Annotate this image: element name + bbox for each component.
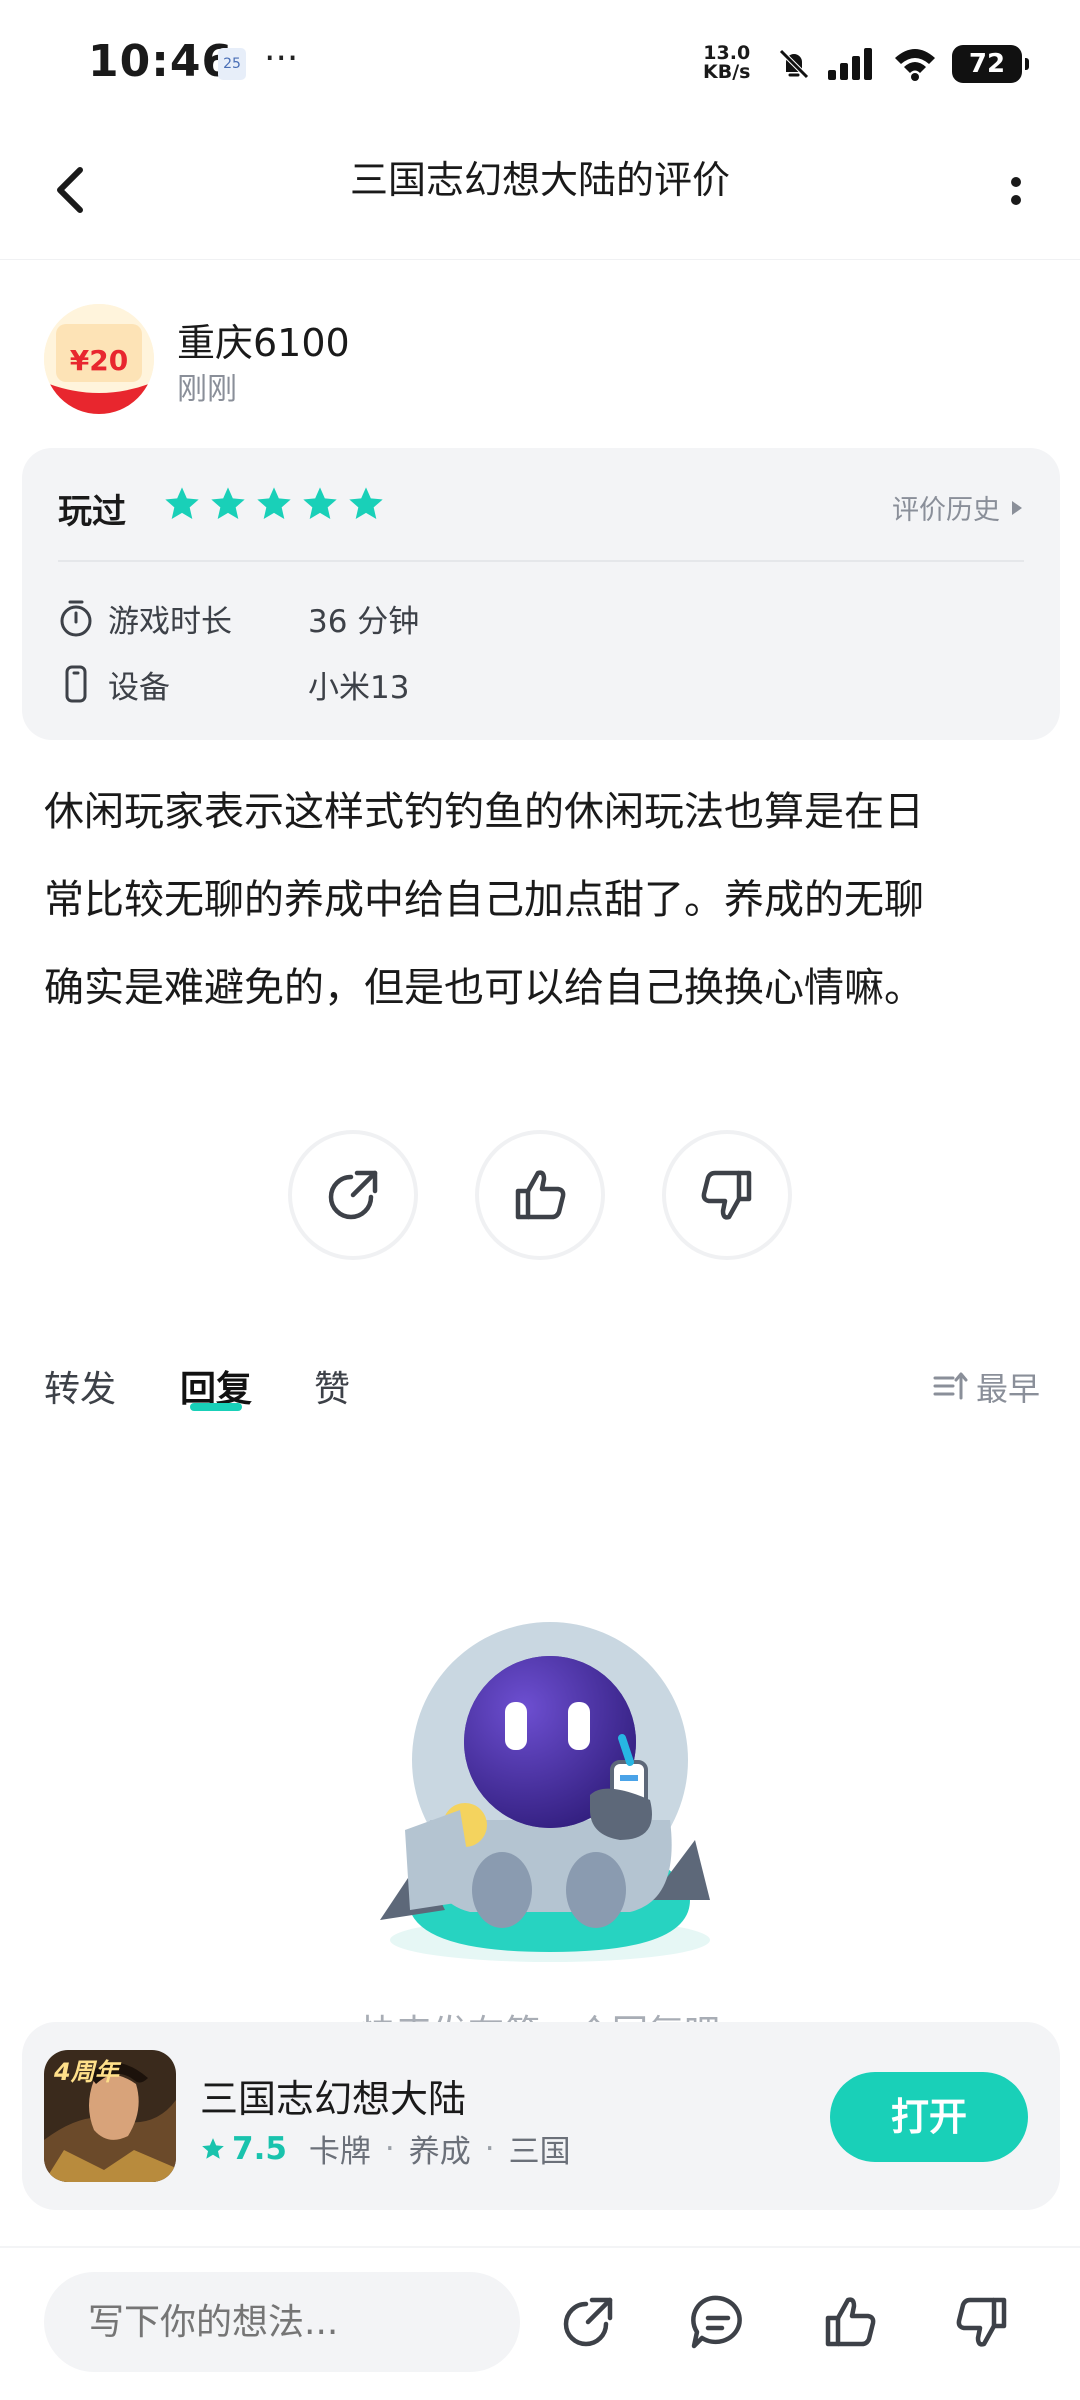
device-row: 设备 小米13 [58,660,409,708]
sort-label: 最早 [975,1370,1040,1408]
more-notifications-icon: ··· [264,38,299,79]
review-text: 休闲玩家表示这样式钓钓鱼的休闲玩法也算是在日 常比较无聊的养成中给自己加点甜了。… [44,768,1034,1032]
status-icons: 72 [776,42,1029,86]
page-title: 三国志幻想大陆的评价 [349,158,730,202]
bottom-divider [0,2246,1080,2248]
game-name: 三国志幻想大陆 [200,2077,467,2121]
battery-icon: 72 [952,45,1029,83]
game-artwork-icon: 4周年 [44,2050,176,2182]
star-rating [162,484,386,524]
share-button[interactable] [288,1130,418,1260]
author-name[interactable]: 重庆6100 [177,312,350,367]
open-game-button[interactable]: 打开 [830,2072,1028,2162]
status-time: 10:46 [88,36,234,87]
play-time-value: 36 分钟 [308,603,420,640]
game-tag: 三国 [508,2134,571,2170]
network-speed-unit: KB/s [703,61,751,83]
sort-button[interactable]: 最早 [932,1364,1040,1410]
comment-input[interactable] [44,2272,520,2372]
rating-history-label: 评价历史 [892,495,1000,526]
rating-history-link[interactable]: 评价历史 [892,488,1024,527]
vertical-dots-icon [1011,177,1021,205]
device-label: 设备 [108,669,170,706]
play-time-row: 游戏时长 36 分钟 [58,594,419,642]
status-bar: 10:46 25 ··· 13.0 KB/s 72 [0,0,1080,120]
star-icon [211,487,245,519]
network-speed: 13.0 KB/s [703,44,750,82]
star-icon [303,487,337,519]
mute-bell-icon [779,49,809,79]
thumbs-down-icon [956,2297,1007,2347]
red-packet-avatar-icon: ¥20 [44,304,154,414]
like-button[interactable] [475,1130,605,1260]
avatar-amount: ¥20 [70,344,128,377]
dislike-button[interactable] [662,1130,792,1260]
phone-icon [65,665,87,703]
rating-card: 玩过 评价历史 游戏时长 36 分钟 设备 小米13 [22,448,1060,740]
played-label: 玩过 [58,492,126,532]
tag-separator: · [484,2130,495,2167]
game-card[interactable]: 4周年 三国志幻想大陆 7.5 卡牌 · 养成 · 三国 打开 [22,2022,1060,2210]
back-button[interactable] [44,158,104,222]
sort-icon [933,1372,968,1400]
share-icon [328,1170,378,1220]
back-arrow-icon [57,167,83,213]
thumbs-up-icon [515,1170,566,1220]
game-tag: 养成 [408,2134,471,2170]
game-icon: 4周年 [44,2050,176,2182]
game-badge: 4周年 [53,2058,122,2086]
card-divider [58,560,1024,562]
calendar-icon: 25 [218,48,246,80]
nav-header: 三国志幻想大陆的评价 [0,120,1080,260]
tab-forward[interactable]: 转发 [44,1360,116,1412]
star-icon [257,487,291,519]
bottom-share-button[interactable] [552,2286,624,2358]
bottom-like-button[interactable] [814,2286,886,2358]
post-time: 刚刚 [177,372,237,407]
wifi-icon [895,49,935,81]
star-icon [165,487,199,519]
signal-icon [828,48,872,80]
thumbs-up-icon [825,2297,876,2347]
star-icon [202,2137,224,2159]
review-line: 休闲玩家表示这样式钓钓鱼的休闲玩法也算是在日 [44,789,924,835]
timer-icon [60,600,92,637]
more-options-button[interactable] [996,160,1036,220]
tab-like[interactable]: 赞 [314,1360,350,1412]
bottom-dislike-button[interactable] [946,2286,1018,2358]
active-tab-indicator [190,1403,242,1411]
star-icon [349,487,383,519]
game-tag: 卡牌 [308,2134,371,2170]
review-line: 常比较无聊的养成中给自己加点甜了。养成的无聊 [44,877,924,923]
avatar[interactable]: ¥20 [44,304,154,414]
play-triangle-icon [1012,500,1022,515]
game-meta: 7.5 卡牌 · 养成 · 三国 [200,2126,571,2171]
device-value: 小米13 [308,669,410,706]
share-icon [563,2297,613,2347]
comment-icon [691,2295,742,2349]
thumbs-down-icon [701,1170,752,1220]
empty-state-mascot [380,1622,710,1962]
review-line: 确实是难避免的，但是也可以给自己换换心情嘛。 [44,965,924,1011]
bottom-comment-button[interactable] [682,2286,754,2358]
play-time-label: 游戏时长 [108,603,232,640]
game-score: 7.5 [232,2130,287,2167]
tag-separator: · [384,2130,395,2167]
